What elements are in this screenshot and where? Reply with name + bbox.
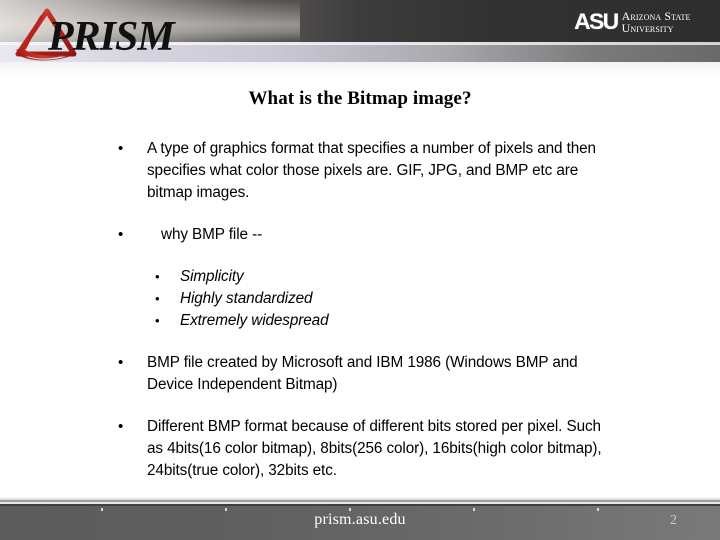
bullet-item: • why BMP file -- (118, 224, 618, 246)
bullet-item: • A type of graphics format that specifi… (118, 138, 618, 204)
slide-title: What is the Bitmap image? (248, 88, 472, 109)
sub-bullet-text: Simplicity (180, 268, 244, 285)
bullet-marker: • (118, 354, 124, 371)
sub-bullet-marker: • (155, 291, 160, 306)
svg-text:PRISM: PRISM (47, 14, 176, 60)
bullet-text: A type of graphics format that specifies… (147, 140, 596, 201)
sub-bullet-list: • Simplicity • Highly standardized • Ext… (155, 266, 575, 332)
footer-bar-top-edge (0, 504, 720, 506)
sub-bullet-item: • Simplicity (155, 266, 575, 288)
sub-bullet-marker: • (155, 269, 160, 284)
slide-footer: prism.asu.edu 2 (0, 497, 720, 540)
sub-bullet-text: Highly standardized (180, 290, 313, 307)
sub-bullet-item: • Extremely widespread (155, 310, 575, 332)
bullet-text: BMP file created by Microsoft and IBM 19… (147, 354, 578, 393)
sub-bullet-text: Extremely widespread (180, 312, 329, 329)
bullet-item: • Different BMP format because of differ… (118, 416, 618, 482)
slide-number: 2 (670, 513, 677, 528)
bullet-marker: • (118, 140, 124, 157)
asu-wordmark: ASU (574, 9, 619, 34)
bullet-text: why BMP file -- (161, 226, 263, 243)
bullet-marker: • (118, 418, 124, 435)
prism-logo: PRISM (4, 2, 216, 68)
asu-university-name: Arizona State University (621, 10, 691, 35)
bullet-text: Different BMP format because of differen… (147, 418, 602, 479)
bullet-item: • BMP file created by Microsoft and IBM … (118, 352, 618, 396)
sub-bullet-marker: • (155, 313, 160, 328)
asu-name-line-2: University (621, 21, 674, 35)
sub-bullet-item: • Highly standardized (155, 288, 575, 310)
slide-body: • A type of graphics format that specifi… (0, 130, 720, 500)
footer-url: prism.asu.edu (314, 511, 406, 528)
asu-logo: ASU Arizona State University (574, 7, 691, 37)
bullet-marker: • (118, 226, 124, 243)
